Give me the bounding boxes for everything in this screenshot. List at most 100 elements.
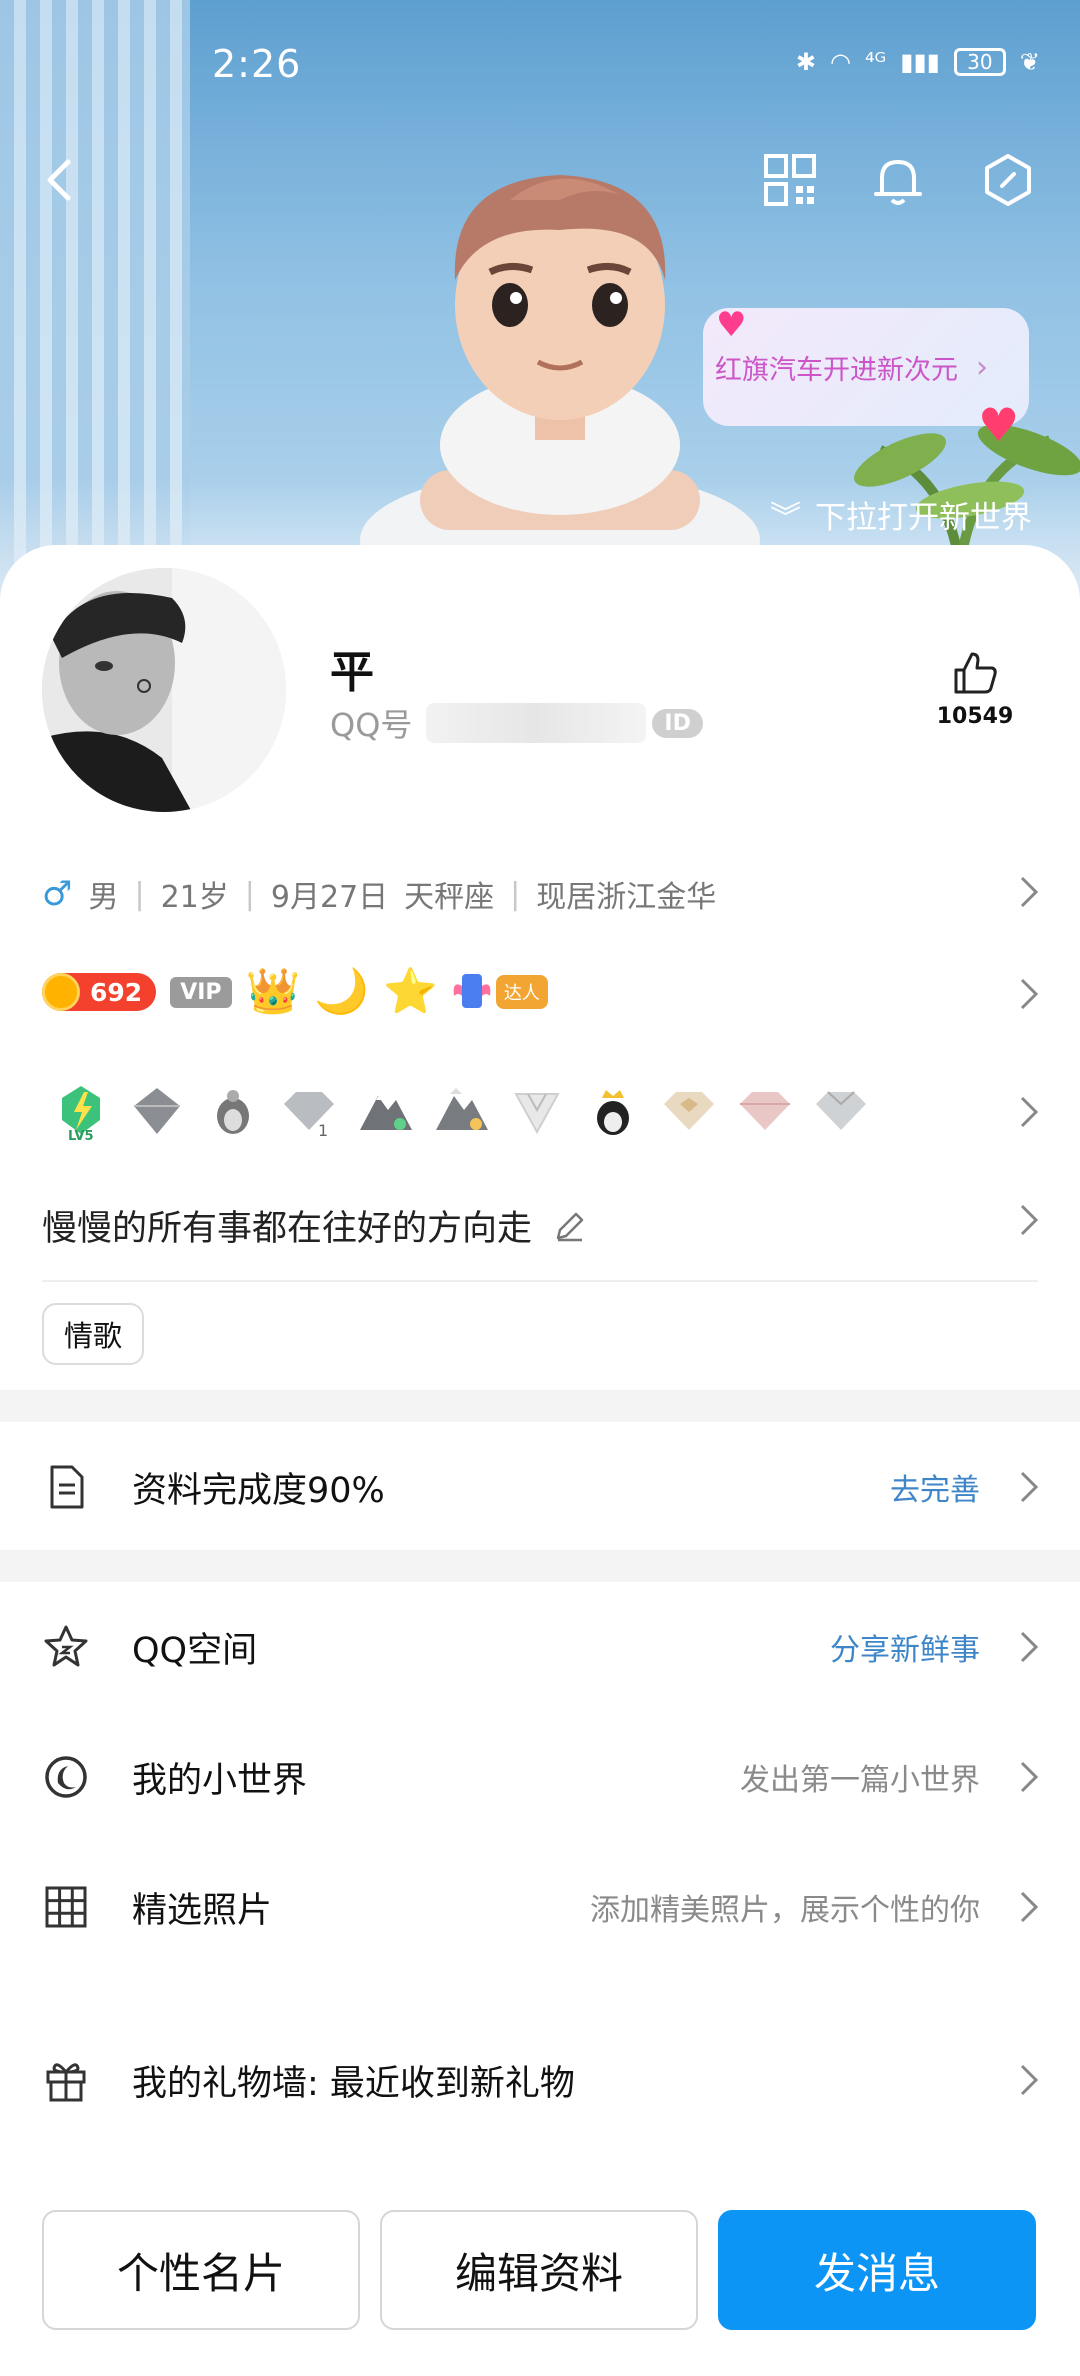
menu-right-text: 发出第一篇小世界 <box>740 1763 980 1798</box>
age: 21岁 <box>160 880 229 915</box>
back-arrow-icon[interactable] <box>30 150 90 210</box>
qr-code-icon[interactable] <box>760 150 820 210</box>
chevron-right-icon <box>1020 1471 1039 1503</box>
star-outline-icon <box>44 1625 88 1667</box>
qq-number-row[interactable]: QQ号 ID <box>330 700 703 746</box>
chevron-right-icon: › <box>976 349 988 385</box>
menu-right-text: 添加精美照片，展示个性的你 <box>590 1893 980 1928</box>
penguin-crown-icon <box>217 1090 249 1134</box>
gift-icon <box>46 2063 86 2102</box>
menu-row-gift-wall[interactable]: 我的礼物墙: 最近收到新礼物 <box>0 2025 1080 2135</box>
avatar-photo-illustration <box>42 568 286 812</box>
qq-number-redacted <box>426 703 647 743</box>
location: 现居浙江金华 <box>536 880 717 915</box>
section-gap <box>0 1390 1080 1422</box>
send-message-button[interactable]: 发消息 <box>718 2210 1036 2330</box>
phone-wing-icon <box>453 974 491 1008</box>
level-label: LV5 <box>68 1129 94 1142</box>
grid-icon <box>45 1886 87 1928</box>
edit-profile-button[interactable]: 编辑资料 <box>380 2210 698 2330</box>
signal-4g-icon: ⁴ᴳ <box>864 48 887 76</box>
menu-right-text: 分享新鲜事 <box>830 1633 980 1668</box>
profile-cover[interactable]: 2:26 ✱ ◠ ⁴ᴳ ▮▮▮ 30 ❦ 红旗汽车开进新次元 › ♥ ♥ ︾ 下… <box>0 0 1080 600</box>
menu-row-photos[interactable]: 精选照片 添加精美照片，展示个性的你 <box>0 1852 1080 1962</box>
heart-icon: ♥ <box>978 398 1020 452</box>
tag-chip[interactable]: 情歌 <box>42 1303 145 1365</box>
leaf-icon: ❦ <box>1019 48 1040 76</box>
moon-icon: 🌙 <box>314 966 370 1017</box>
moon-circle-icon <box>45 1756 87 1798</box>
section-gap <box>0 1550 1080 1582</box>
daren-label: 达人 <box>495 975 548 1009</box>
birthday: 9月27日 <box>270 880 389 915</box>
daren-badge: 达人 <box>452 970 548 1014</box>
wifi-icon: ◠ <box>829 48 851 76</box>
profile-completion-row[interactable]: 资料完成度90% 去完善 <box>0 1432 1080 1542</box>
separator: | <box>134 876 145 912</box>
coin-value: 692 <box>90 977 143 1007</box>
male-icon: ♂ <box>42 874 73 914</box>
chevron-right-icon[interactable] <box>1018 874 1040 910</box>
mountain-crown-icon <box>436 1088 488 1130</box>
bluetooth-icon: ✱ <box>795 48 816 76</box>
qq-label: QQ号 <box>330 706 413 744</box>
menu-label: 我的小世界 <box>132 1760 308 1801</box>
chevron-right-icon[interactable] <box>1018 976 1040 1012</box>
completion-label: 资料完成度90% <box>132 1470 385 1511</box>
coin-level-badge: 692 <box>42 973 157 1011</box>
chevron-right-icon[interactable] <box>1018 1202 1040 1238</box>
settings-hexagon-icon[interactable] <box>978 150 1038 210</box>
menu-label: QQ空间 <box>132 1630 258 1671</box>
divider <box>42 1280 1038 1282</box>
status-time: 2:26 <box>212 42 302 86</box>
status-icons: ✱ ◠ ⁴ᴳ ▮▮▮ 30 ❦ <box>796 48 1040 76</box>
diamond-gold-icon <box>664 1092 714 1130</box>
vip-badge: VIP <box>170 976 232 1008</box>
diamond-one-icon: 1 <box>284 1092 334 1140</box>
signature-row[interactable]: 慢慢的所有事都在往好的方向走 <box>42 1200 588 1251</box>
menu-row-small-world[interactable]: 我的小世界 发出第一篇小世界 <box>0 1722 1080 1832</box>
chevron-right-icon <box>1020 1761 1039 1793</box>
chevron-right-icon <box>1020 1631 1039 1663</box>
like-count: 10549 <box>936 704 1014 729</box>
zodiac: 天秤座 <box>404 880 495 915</box>
privilege-badges-row[interactable]: 692 VIP 👑 🌙 ⭐ 达人 <box>42 970 548 1014</box>
double-chevron-down-icon: ︾ <box>770 500 801 536</box>
document-icon <box>50 1465 84 1509</box>
menu-label: 精选照片 <box>132 1890 273 1931</box>
profile-card-button[interactable]: 个性名片 <box>42 2210 360 2330</box>
level-gem-icon: LV5 <box>62 1086 100 1142</box>
signature-text: 慢慢的所有事都在往好的方向走 <box>42 1209 533 1249</box>
diamond-gray-icon <box>134 1088 180 1134</box>
bell-icon[interactable] <box>868 150 928 210</box>
cartoon-avatar-illustration <box>360 175 760 560</box>
mountain-gem-icon <box>360 1094 412 1130</box>
gender: 男 <box>88 880 119 915</box>
separator: | <box>510 876 521 912</box>
promo-bubble-text: 红旗汽车开进新次元 <box>715 354 958 386</box>
penguin-king-icon <box>597 1090 629 1135</box>
diamond-outline-icon <box>514 1093 560 1135</box>
thumbs-up-icon <box>954 652 997 694</box>
menu-row-qzone[interactable]: QQ空间 分享新鲜事 <box>0 1592 1080 1702</box>
basic-info-row[interactable]: ♂ 男 | 21岁 | 9月27日 天秤座 | 现居浙江金华 <box>42 872 716 916</box>
chevron-right-icon <box>1020 1891 1039 1923</box>
diamond-silver-icon <box>816 1091 866 1130</box>
star-icon: ⭐ <box>383 966 438 1017</box>
chevron-right-icon[interactable] <box>1018 1094 1040 1130</box>
separator: | <box>244 876 255 912</box>
pull-hint-text: 下拉打开新世界 <box>815 500 1032 536</box>
achievement-icons-row[interactable]: LV5 1 <box>50 1080 872 1142</box>
edit-pencil-icon[interactable] <box>552 1208 588 1244</box>
like-button[interactable]: 10549 <box>930 648 1020 729</box>
battery-icon: 30 <box>953 48 1006 76</box>
crown-icon: 👑 <box>245 966 301 1017</box>
id-badge[interactable]: ID <box>652 708 703 738</box>
menu-label: 我的礼物墙: 最近收到新礼物 <box>132 2063 575 2104</box>
chevron-right-icon <box>1020 2064 1039 2096</box>
complete-profile-link[interactable]: 去完善 <box>890 1465 980 1509</box>
svg-text:1: 1 <box>318 1121 328 1140</box>
avatar[interactable] <box>42 568 286 812</box>
heart-icon: ♥ <box>716 305 747 345</box>
pull-down-hint[interactable]: ︾ 下拉打开新世界 <box>770 492 1032 537</box>
